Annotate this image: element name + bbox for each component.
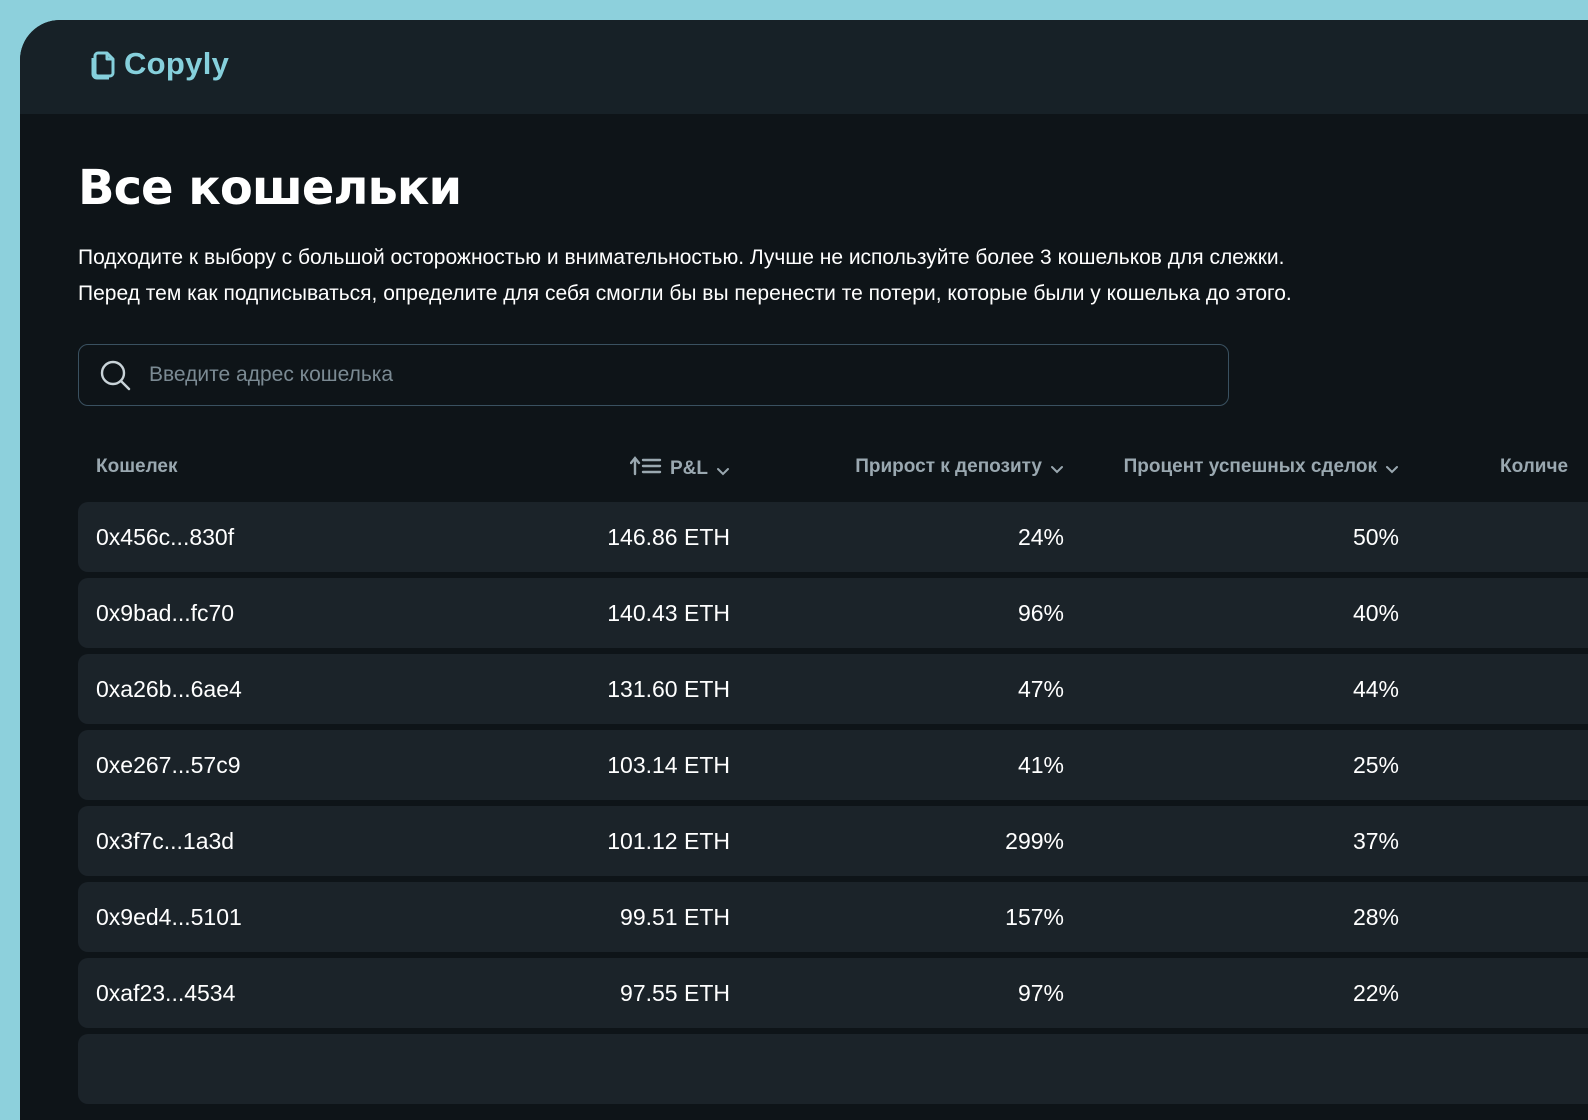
column-header-growth[interactable]: Прирост к депозиту	[855, 456, 1064, 478]
column-header-wallet-label: Кошелек	[96, 456, 178, 477]
wallets-table-body: 0x456c...830f 146.86 ETH 24% 50% 0x9bad.…	[78, 502, 1588, 1110]
app-window: Copyly Все кошельки Подходите к выбору с…	[20, 20, 1588, 1120]
column-header-success-rate-label: Процент успешных сделок	[1123, 456, 1377, 477]
column-header-growth-label: Прирост к депозиту	[855, 456, 1042, 477]
page-description: Подходите к выбору с большой осторожност…	[78, 240, 1558, 312]
pnl-value: 97.55 ETH	[620, 980, 730, 1006]
app-name: Copyly	[124, 46, 230, 81]
success-rate-value: 40%	[1352, 600, 1399, 626]
description-line-1: Подходите к выбору с большой осторожност…	[78, 246, 1285, 269]
column-header-wallet[interactable]: Кошелек	[96, 456, 178, 478]
description-line-2: Перед тем как подписываться, определите …	[78, 282, 1292, 305]
wallet-address: 0xe267...57c9	[96, 752, 241, 778]
deposit-growth-value: 97%	[1017, 980, 1064, 1006]
table-row[interactable]: 0x456c...830f 146.86 ETH 24% 50%	[78, 502, 1588, 572]
wallet-address: 0x456c...830f	[96, 524, 235, 550]
success-rate-value: 44%	[1352, 676, 1399, 702]
pnl-value: 103.14 ETH	[607, 752, 730, 778]
page-title: Все кошельки	[78, 160, 462, 216]
table-row[interactable]: 0xa26b...6ae4 131.60 ETH 47% 44%	[78, 654, 1588, 724]
search-input[interactable]	[149, 345, 1228, 405]
chevron-down-icon	[1050, 460, 1064, 474]
top-bar: Copyly	[20, 20, 1588, 114]
wallet-address: 0xa26b...6ae4	[96, 676, 242, 702]
logo[interactable]: Copyly	[88, 46, 229, 82]
success-rate-value: 28%	[1352, 904, 1399, 930]
sort-ascending-icon	[629, 456, 662, 482]
table-row[interactable]: 0x3f7c...1a3d 101.12 ETH 299% 37%	[78, 806, 1588, 876]
search-icon	[99, 359, 131, 391]
deposit-growth-value: 96%	[1017, 600, 1064, 626]
column-header-count[interactable]: Количе	[1500, 456, 1568, 478]
deposit-growth-value: 157%	[1005, 904, 1064, 930]
wallet-address: 0xaf23...4534	[96, 980, 236, 1006]
pnl-value: 101.12 ETH	[607, 828, 730, 854]
chevron-down-icon	[716, 462, 730, 476]
column-header-pnl-label: P&L	[670, 458, 708, 479]
column-header-pnl[interactable]: P&L	[629, 456, 730, 482]
column-header-count-label: Количе	[1500, 456, 1569, 477]
wallet-address: 0x9ed4...5101	[96, 904, 242, 930]
success-rate-value: 50%	[1352, 524, 1399, 550]
success-rate-value: 22%	[1352, 980, 1399, 1006]
table-row[interactable]	[78, 1034, 1588, 1104]
copy-documents-icon	[88, 47, 118, 81]
table-row[interactable]: 0xaf23...4534 97.55 ETH 97% 22%	[78, 958, 1588, 1028]
pnl-value: 131.60 ETH	[607, 676, 730, 702]
deposit-growth-value: 24%	[1017, 524, 1064, 550]
table-header: Кошелек P&L Прирост к депозиту Процент у…	[78, 452, 1588, 488]
search-box[interactable]	[78, 344, 1229, 406]
success-rate-value: 37%	[1352, 828, 1399, 854]
wallet-address: 0x3f7c...1a3d	[96, 828, 235, 854]
deposit-growth-value: 299%	[1005, 828, 1064, 854]
deposit-growth-value: 47%	[1017, 676, 1064, 702]
pnl-value: 146.86 ETH	[607, 524, 730, 550]
success-rate-value: 25%	[1352, 752, 1399, 778]
table-row[interactable]: 0xe267...57c9 103.14 ETH 41% 25%	[78, 730, 1588, 800]
deposit-growth-value: 41%	[1017, 752, 1064, 778]
chevron-down-icon	[1385, 460, 1399, 474]
column-header-success-rate[interactable]: Процент успешных сделок	[1124, 456, 1399, 478]
pnl-value: 99.51 ETH	[620, 904, 730, 930]
table-row[interactable]: 0x9bad...fc70 140.43 ETH 96% 40%	[78, 578, 1588, 648]
wallet-address: 0x9bad...fc70	[96, 600, 235, 626]
pnl-value: 140.43 ETH	[607, 600, 730, 626]
table-row[interactable]: 0x9ed4...5101 99.51 ETH 157% 28%	[78, 882, 1588, 952]
